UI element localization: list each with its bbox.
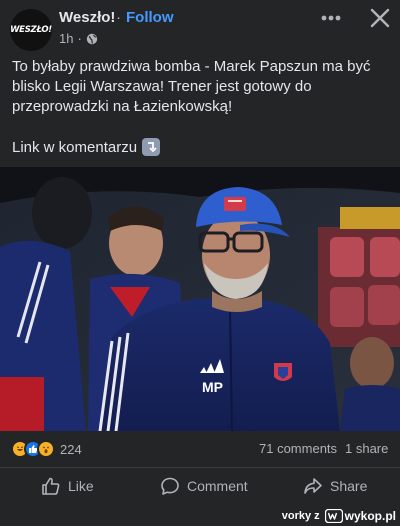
wykop-site-text: wykop.pl [344, 509, 396, 523]
post-photo[interactable]: MP [0, 167, 400, 431]
like-button[interactable]: Like [41, 476, 94, 496]
close-icon[interactable] [369, 7, 391, 29]
arrow-down-emoji-icon [142, 138, 161, 156]
more-horizontal-icon[interactable] [319, 8, 343, 28]
comment-button[interactable]: Comment [160, 476, 248, 496]
wow-reaction-icon [37, 440, 55, 458]
post-meta: 1h · [59, 31, 98, 46]
watermark: vorky z wykop.pl [281, 506, 400, 526]
reactions-summary[interactable]: 224 [11, 440, 82, 458]
page-name[interactable]: Weszło! [59, 9, 115, 26]
separator-dot: · [77, 31, 82, 46]
avatar-logo-text: WESZŁO! [10, 25, 52, 35]
share-label: Share [330, 478, 368, 494]
page-avatar[interactable]: WESZŁO! [10, 9, 52, 51]
post-stats: 224 71 comments 1 share [0, 433, 400, 465]
link-line: Link w komentarzu [12, 138, 161, 156]
comments-count[interactable]: 71 comments [259, 441, 337, 456]
photo-illustration: MP [0, 167, 400, 431]
follow-button[interactable]: Follow [126, 9, 174, 26]
like-label: Like [68, 478, 94, 494]
post-text: To byłaby prawdziwa bomba - Marek Papszu… [12, 57, 392, 117]
comment-label: Comment [187, 478, 248, 494]
link-text: Link w komentarzu [12, 138, 138, 156]
post-header: WESZŁO! Weszło! · Follow 1h · [0, 0, 400, 52]
reaction-count: 224 [60, 441, 82, 457]
jacket-initials: MP [202, 379, 223, 395]
post-time[interactable]: 1h [59, 31, 73, 46]
wykop-logo-icon [324, 509, 343, 523]
post-text-line: To byłaby prawdziwa bomba - Marek Papszu… [12, 58, 371, 75]
separator-dot: · [116, 9, 121, 26]
share-icon [304, 478, 322, 494]
wykop-logo: wykop.pl [324, 509, 396, 523]
shares-count[interactable]: 1 share [345, 441, 388, 456]
post-actions: Like Comment Share [0, 467, 400, 505]
post-text-line: przeprowadzki na Łazienkowską! [12, 98, 233, 115]
post-text-line: blisko Legii Warszawa! Trener jest gotow… [12, 78, 312, 95]
thumbs-up-icon [42, 477, 60, 495]
cap-badge [224, 197, 246, 211]
comment-icon [161, 477, 179, 495]
share-button[interactable]: Share [303, 476, 367, 496]
watermark-user: vorky z [281, 510, 320, 522]
globe-icon [86, 33, 98, 44]
